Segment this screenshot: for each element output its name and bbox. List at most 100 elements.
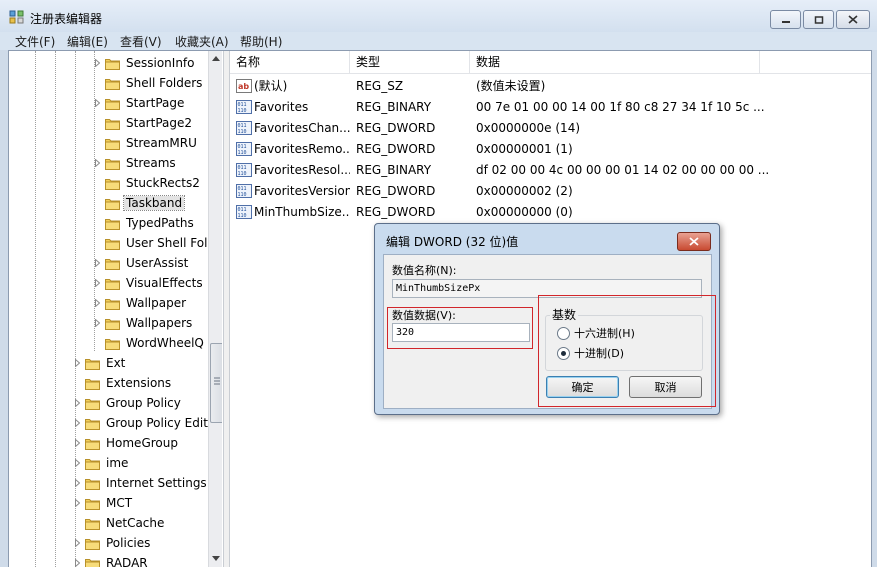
expand-arrow-icon[interactable] xyxy=(95,59,100,67)
tree-item[interactable]: StartPage2 xyxy=(93,113,194,133)
expand-arrow-icon[interactable] xyxy=(75,359,80,367)
list-row[interactable]: 011110MinThumbSize...REG_DWORD0x00000000… xyxy=(230,202,871,223)
value-name: FavoritesVersion xyxy=(254,181,350,202)
tree-guide-line xyxy=(55,51,56,567)
tree-item[interactable]: Ext xyxy=(73,353,127,373)
list-row[interactable]: ab(默认)REG_SZ(数值未设置) xyxy=(230,76,871,97)
menu-file[interactable]: 文件(F) xyxy=(15,33,55,50)
tree-item[interactable]: StartPage xyxy=(93,93,186,113)
pane-splitter[interactable] xyxy=(223,51,230,567)
expand-arrow-icon[interactable] xyxy=(95,259,100,267)
tree-item-label: User Shell Fol xyxy=(124,236,209,250)
tree-item[interactable]: Wallpapers xyxy=(93,313,194,333)
expander[interactable] xyxy=(73,458,81,468)
minimize-button[interactable] xyxy=(770,10,801,29)
value-name: Favorites xyxy=(254,97,350,118)
svg-text:ab: ab xyxy=(238,82,249,91)
menu-edit[interactable]: 编辑(E) xyxy=(67,33,108,50)
folder-icon xyxy=(85,477,100,490)
expander[interactable] xyxy=(93,58,101,68)
expander[interactable] xyxy=(73,438,81,448)
maximize-button[interactable] xyxy=(803,10,834,29)
hex-radio-circle[interactable] xyxy=(557,327,570,340)
expand-arrow-icon[interactable] xyxy=(95,319,100,327)
expander[interactable] xyxy=(73,398,81,408)
menu-favorites[interactable]: 收藏夹(A) xyxy=(175,33,229,50)
menu-view[interactable]: 查看(V) xyxy=(120,33,162,50)
tree-item[interactable]: Policies xyxy=(73,533,152,553)
expander[interactable] xyxy=(73,478,81,488)
list-row[interactable]: 011110FavoritesRemo...REG_DWORD0x0000000… xyxy=(230,139,871,160)
expander[interactable] xyxy=(73,498,81,508)
scroll-up-icon[interactable] xyxy=(212,55,220,61)
tree-item[interactable]: Streams xyxy=(93,153,178,173)
expand-arrow-icon[interactable] xyxy=(95,299,100,307)
tree-item[interactable]: Group Policy Edit xyxy=(73,413,210,433)
decimal-radio-circle[interactable] xyxy=(557,347,570,360)
expander[interactable] xyxy=(73,538,81,548)
expand-arrow-icon[interactable] xyxy=(75,419,80,427)
expander[interactable] xyxy=(93,278,101,288)
regedit-app-icon xyxy=(9,9,25,25)
scroll-down-icon[interactable] xyxy=(212,556,220,562)
decimal-radio[interactable]: 十进制(D) xyxy=(557,345,624,361)
scrollbar-thumb[interactable] xyxy=(210,343,222,423)
column-data-header[interactable]: 数据 xyxy=(470,51,760,73)
value-data-input[interactable]: 320 xyxy=(392,323,530,342)
expander[interactable] xyxy=(93,258,101,268)
tree-item[interactable]: NetCache xyxy=(73,513,166,533)
menu-help[interactable]: 帮助(H) xyxy=(240,33,282,50)
tree-item[interactable]: User Shell Fol xyxy=(93,233,209,253)
tree-item[interactable]: Shell Folders xyxy=(93,73,204,93)
tree-item[interactable]: Internet Settings xyxy=(73,473,209,493)
tree-item-label: ime xyxy=(104,456,130,470)
tree-item[interactable]: RADAR xyxy=(73,553,150,567)
tree-item[interactable]: MCT xyxy=(73,493,134,513)
ok-button[interactable]: 确定 xyxy=(546,376,619,398)
list-row[interactable]: 011110FavoritesResol...REG_BINARYdf 02 0… xyxy=(230,160,871,181)
expander[interactable] xyxy=(93,158,101,168)
expand-arrow-icon[interactable] xyxy=(75,399,80,407)
close-icon xyxy=(689,237,699,246)
tree-item[interactable]: WordWheelQ xyxy=(93,333,206,353)
tree-item[interactable]: Extensions xyxy=(73,373,173,393)
tree-item[interactable]: ime xyxy=(73,453,130,473)
tree-item[interactable]: HomeGroup xyxy=(73,433,180,453)
tree-item[interactable]: Wallpaper xyxy=(93,293,188,313)
tree-item[interactable]: UserAssist xyxy=(93,253,190,273)
list-row[interactable]: 011110FavoritesChan...REG_DWORD0x0000000… xyxy=(230,118,871,139)
tree-item-label: RADAR xyxy=(104,556,150,567)
dialog-close-button[interactable] xyxy=(677,232,711,251)
tree-item[interactable]: Group Policy xyxy=(73,393,183,413)
cancel-button[interactable]: 取消 xyxy=(629,376,702,398)
expander[interactable] xyxy=(93,318,101,328)
expander[interactable] xyxy=(93,98,101,108)
close-button[interactable] xyxy=(836,10,870,29)
expand-arrow-icon[interactable] xyxy=(95,279,100,287)
expand-arrow-icon[interactable] xyxy=(75,459,80,467)
expand-arrow-icon[interactable] xyxy=(75,479,80,487)
expand-arrow-icon[interactable] xyxy=(75,499,80,507)
tree-item[interactable]: VisualEffects xyxy=(93,273,205,293)
list-row[interactable]: 011110FavoritesVersionREG_DWORD0x0000000… xyxy=(230,181,871,202)
folder-icon xyxy=(85,397,100,410)
tree-item[interactable]: StuckRects2 xyxy=(93,173,202,193)
tree-item-label: StuckRects2 xyxy=(124,176,202,190)
tree-item[interactable]: Taskband xyxy=(93,193,184,213)
list-row[interactable]: 011110FavoritesREG_BINARY00 7e 01 00 00 … xyxy=(230,97,871,118)
tree-item[interactable]: StreamMRU xyxy=(93,133,199,153)
tree-vertical-scrollbar[interactable] xyxy=(208,51,222,567)
tree-item[interactable]: TypedPaths xyxy=(93,213,196,233)
expand-arrow-icon[interactable] xyxy=(95,159,100,167)
expander[interactable] xyxy=(73,358,81,368)
column-type-header[interactable]: 类型 xyxy=(350,51,470,73)
hex-radio-label: 十六进制(H) xyxy=(574,325,635,341)
column-name-header[interactable]: 名称 xyxy=(230,51,350,73)
expand-arrow-icon[interactable] xyxy=(75,539,80,547)
hex-radio[interactable]: 十六进制(H) xyxy=(557,325,635,341)
expand-arrow-icon[interactable] xyxy=(95,99,100,107)
expand-arrow-icon[interactable] xyxy=(75,439,80,447)
expander[interactable] xyxy=(73,418,81,428)
expander[interactable] xyxy=(93,298,101,308)
tree-item[interactable]: SessionInfo xyxy=(93,53,197,73)
